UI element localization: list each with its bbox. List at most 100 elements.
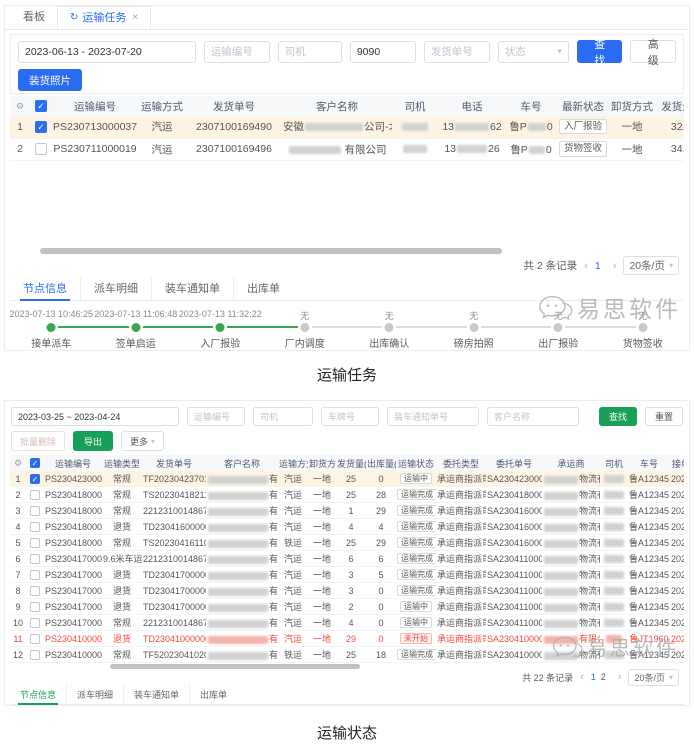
row-checkbox[interactable] bbox=[30, 490, 40, 500]
prev-page-icon[interactable]: ‹ bbox=[580, 671, 584, 683]
redacted-text bbox=[529, 146, 545, 154]
transport-no-input[interactable] bbox=[204, 41, 270, 63]
prev-page-icon[interactable]: ‹ bbox=[584, 260, 588, 272]
timeline-node: 2023-07-13 11:06:48签单启运 bbox=[94, 309, 179, 352]
horizontal-scrollbar[interactable] bbox=[10, 663, 684, 669]
column-header: 司机 bbox=[392, 96, 438, 116]
cargo-photo-button[interactable]: 装货照片 bbox=[18, 69, 82, 91]
tab-transport-task[interactable]: ↻ 运输任务 × bbox=[57, 6, 151, 29]
redacted-text bbox=[289, 146, 341, 154]
advanced-button[interactable]: 高级 bbox=[630, 40, 676, 63]
more-button[interactable]: 更多 ▾ bbox=[121, 431, 164, 451]
text-fragment: 13 bbox=[444, 143, 456, 155]
subtab-node-info[interactable]: 节点信息 bbox=[10, 277, 81, 300]
subtab-dispatch-detail[interactable]: 派车明细 bbox=[67, 685, 124, 704]
table-row[interactable]: 7PS230417000004退货TD230417000009有限公司汽运一地3… bbox=[10, 567, 684, 583]
row-checkbox[interactable] bbox=[30, 602, 40, 612]
column-header: 接单时间 bbox=[670, 455, 684, 471]
table-row[interactable]: 6PS2304170000059.6米车运输22123100148676有限公司… bbox=[10, 551, 684, 567]
reset-button[interactable]: 重置 bbox=[645, 407, 683, 426]
row-checkbox[interactable] bbox=[30, 474, 40, 484]
bulk-delete-button[interactable]: 批量删除 bbox=[11, 431, 65, 451]
table-row[interactable]: 5PS230418000004常规TS20230416110有限公司铁运一地25… bbox=[10, 535, 684, 551]
row-checkbox[interactable] bbox=[35, 143, 47, 155]
row-checkbox[interactable] bbox=[30, 570, 40, 580]
page-size-select[interactable]: 20条/页 ▾ bbox=[623, 256, 679, 275]
subtab-outbound-order[interactable]: 出库单 bbox=[190, 685, 237, 704]
subtab-dispatch-detail[interactable]: 派车明细 bbox=[81, 277, 152, 300]
next-page-icon[interactable]: › bbox=[618, 671, 622, 683]
subtab-loading-notice[interactable]: 装车通知单 bbox=[152, 277, 234, 300]
timeline-date: 无 bbox=[516, 309, 601, 321]
row-checkbox[interactable] bbox=[30, 586, 40, 596]
driver-input[interactable] bbox=[278, 41, 342, 63]
horizontal-scrollbar[interactable] bbox=[10, 247, 684, 255]
export-button[interactable]: 导出 bbox=[73, 431, 113, 451]
column-header: 发货单号 bbox=[186, 96, 282, 116]
close-icon[interactable]: × bbox=[132, 7, 138, 29]
customer-input[interactable] bbox=[487, 407, 579, 426]
column-header: 委托单号 bbox=[486, 455, 542, 471]
tab-board[interactable]: 看板 bbox=[11, 6, 57, 29]
text-fragment: 物流有限公司 bbox=[579, 650, 600, 660]
row-checkbox[interactable] bbox=[30, 650, 40, 660]
table-row[interactable]: 10PS230417000001常规22123100148677有限公司汽运一地… bbox=[10, 615, 684, 631]
table-row[interactable]: 9PS230417000002退货TD230417000007有限公司汽运一地2… bbox=[10, 599, 684, 615]
status-select[interactable]: 状态 ▾ bbox=[498, 41, 569, 63]
table-row[interactable]: 11PS230410000006退货TD230410000009有限公司汽运一地… bbox=[10, 631, 684, 647]
timeline-date: 2023-07-13 11:32:22 bbox=[178, 309, 263, 321]
table-row[interactable]: 2PS230711000019汽运2307100169496 有限公司1326鲁… bbox=[10, 138, 684, 160]
total-records: 共 22 条记录 bbox=[522, 671, 573, 684]
row-checkbox[interactable] bbox=[30, 554, 40, 564]
redacted-text bbox=[606, 635, 622, 643]
text-fragment: 公司-北区 bbox=[364, 121, 392, 133]
screenshot-transport-task: 看板 ↻ 运输任务 × 状态 ▾ 查找 高级 装货照片 ⚙运输编号 bbox=[4, 5, 690, 351]
search-button[interactable]: 查找 bbox=[577, 40, 623, 63]
refresh-icon[interactable]: ↻ bbox=[70, 7, 78, 29]
plate-input[interactable] bbox=[321, 407, 379, 426]
table-row[interactable]: 12PS230410000004常规TF520230410203有限公司铁运一地… bbox=[10, 647, 684, 663]
row-checkbox[interactable] bbox=[30, 618, 40, 628]
select-all-checkbox[interactable] bbox=[35, 100, 47, 112]
column-header: 运输方式 bbox=[278, 455, 308, 471]
keyword-input[interactable] bbox=[350, 41, 416, 63]
driver-input[interactable] bbox=[253, 407, 313, 426]
page-number[interactable]: 2 bbox=[601, 672, 606, 682]
row-checkbox[interactable] bbox=[30, 538, 40, 548]
table-row[interactable]: 4PS230418000006退货TD230416000002有限公司汽运一地4… bbox=[10, 519, 684, 535]
row-checkbox[interactable] bbox=[30, 634, 40, 644]
table-row[interactable]: 2PS230418000001常规TS20230418211有限公司汽运一地25… bbox=[10, 487, 684, 503]
table-row[interactable]: 1PS230423000002常规TF20230423701有限公司汽运一地25… bbox=[10, 471, 684, 487]
subtab-node-info[interactable]: 节点信息 bbox=[10, 685, 67, 704]
redacted-text bbox=[604, 491, 624, 499]
column-settings-icon[interactable]: ⚙ bbox=[16, 101, 24, 111]
redacted-text bbox=[544, 636, 578, 644]
column-settings-icon[interactable]: ⚙ bbox=[14, 458, 22, 468]
next-page-icon[interactable]: › bbox=[613, 260, 617, 272]
table-row[interactable]: 8PS230417000003退货TD230417000008有限公司汽运一地3… bbox=[10, 583, 684, 599]
select-all-checkbox[interactable] bbox=[30, 458, 40, 468]
subtab-loading-notice[interactable]: 装车通知单 bbox=[124, 685, 190, 704]
page-size-select[interactable]: 20条/页 ▾ bbox=[628, 669, 679, 686]
date-range-input[interactable] bbox=[11, 407, 179, 426]
page-number[interactable]: 1 bbox=[595, 260, 601, 272]
column-header: 客户名称 bbox=[206, 455, 278, 471]
column-header: 运输类型 bbox=[102, 455, 142, 471]
table-row[interactable]: 1PS230713000037汽运2307100169490安徽公司-北区136… bbox=[10, 116, 684, 138]
transport-no-input[interactable] bbox=[187, 407, 245, 426]
timeline-dot bbox=[47, 323, 56, 332]
date-range-input[interactable] bbox=[18, 41, 196, 63]
loading-notice-input[interactable] bbox=[387, 407, 479, 426]
timeline-node: 2023-07-13 11:32:22入厂报验刘 bbox=[178, 309, 263, 352]
status-table-wrap: ⚙运输编号运输类型发货单号客户名称运输方式卸货方式发货量(吨)出库量(吨)运输状… bbox=[10, 455, 684, 663]
row-checkbox[interactable] bbox=[30, 522, 40, 532]
table-row[interactable]: 3PS230418000007常规22123100148673有限公司汽运一地1… bbox=[10, 503, 684, 519]
subtab-outbound-order[interactable]: 出库单 bbox=[234, 277, 293, 300]
row-checkbox[interactable] bbox=[35, 121, 47, 133]
page-number[interactable]: 1 bbox=[591, 672, 596, 682]
row-checkbox[interactable] bbox=[30, 506, 40, 516]
ship-no-input[interactable] bbox=[424, 41, 490, 63]
timeline-dot bbox=[554, 323, 563, 332]
redacted-text bbox=[544, 604, 578, 612]
search-button[interactable]: 查找 bbox=[599, 407, 637, 426]
